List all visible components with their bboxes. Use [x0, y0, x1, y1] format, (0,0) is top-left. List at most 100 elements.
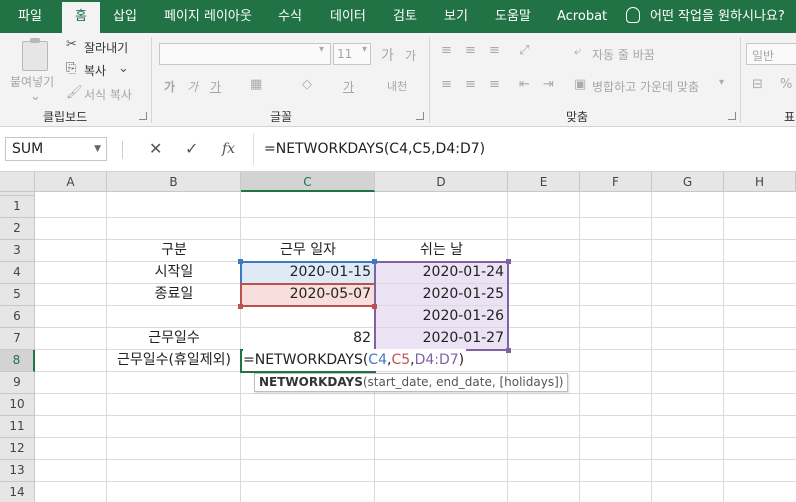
- alignment-launcher-icon[interactable]: [728, 112, 736, 120]
- cell-b3[interactable]: 구분: [107, 239, 241, 261]
- row-header-2[interactable]: 2: [0, 218, 35, 240]
- row-header-1[interactable]: 1: [0, 196, 35, 218]
- column-header-c[interactable]: C: [241, 172, 375, 192]
- range-handle[interactable]: [238, 304, 243, 309]
- row-header-spacer: [0, 192, 35, 196]
- name-box[interactable]: SUM ▼: [5, 137, 107, 161]
- tab-view[interactable]: 보기: [444, 0, 468, 33]
- range-handle[interactable]: [372, 259, 377, 264]
- name-box-value: SUM: [12, 141, 44, 157]
- copy-icon: ⎘: [66, 61, 77, 76]
- row-header-7[interactable]: 7: [0, 328, 35, 350]
- cell-b5[interactable]: 종료일: [107, 283, 241, 305]
- row-header-6[interactable]: 6: [0, 306, 35, 328]
- tab-page-layout[interactable]: 페이지 레이아웃: [164, 0, 252, 33]
- number-format-value: 일반: [752, 49, 775, 63]
- fill-color-icon[interactable]: ◇: [302, 77, 312, 92]
- row-header-4[interactable]: 4: [0, 262, 35, 284]
- font-color-button[interactable]: 가: [343, 78, 354, 95]
- font-launcher-icon[interactable]: [416, 112, 424, 120]
- cell-c8-edit[interactable]: =NETWORKDAYS(C4,C5,D4:D7): [243, 349, 467, 371]
- column-header-f[interactable]: F: [580, 172, 652, 192]
- wrap-text-button[interactable]: 자동 줄 바꿈: [592, 46, 655, 63]
- copy-button[interactable]: 복사: [84, 62, 106, 79]
- range-handle[interactable]: [238, 259, 243, 264]
- clipboard-launcher-icon[interactable]: [139, 112, 147, 120]
- row-header-8[interactable]: 8: [0, 350, 35, 372]
- align-middle-icon[interactable]: ≡: [465, 43, 476, 58]
- cell-b4[interactable]: 시작일: [107, 261, 241, 283]
- borders-icon[interactable]: ▦: [250, 77, 262, 92]
- phonetic-button[interactable]: 내천: [387, 78, 407, 94]
- insert-function-icon[interactable]: fx: [222, 141, 235, 157]
- italic-button[interactable]: 가: [187, 78, 198, 95]
- tab-file[interactable]: 파일: [18, 0, 42, 33]
- indent-increase-icon[interactable]: ⇥: [543, 77, 554, 92]
- row-header-3[interactable]: 3: [0, 240, 35, 262]
- range-handle[interactable]: [506, 259, 511, 264]
- group-separator: [740, 37, 741, 123]
- row-header-11[interactable]: 11: [0, 416, 35, 438]
- cell-b8[interactable]: 근무일수(휴일제외): [107, 349, 241, 371]
- row-header-10[interactable]: 10: [0, 394, 35, 416]
- cut-button[interactable]: 잘라내기: [84, 39, 128, 56]
- row-header-14[interactable]: 14: [0, 482, 35, 502]
- cell-d3[interactable]: 쉬는 날: [375, 239, 508, 261]
- cell-c7[interactable]: 82: [241, 327, 375, 349]
- function-signature-tooltip: NETWORKDAYS(start_date, end_date, [holid…: [254, 373, 569, 392]
- column-header-a[interactable]: A: [35, 172, 107, 192]
- row-header-9[interactable]: 9: [0, 372, 35, 394]
- cell-b7[interactable]: 근무일수: [107, 327, 241, 349]
- align-right-icon[interactable]: ≡: [489, 77, 500, 92]
- tooltip-function-name[interactable]: NETWORKDAYS: [259, 375, 363, 389]
- align-left-icon[interactable]: ≡: [441, 77, 452, 92]
- underline-button[interactable]: 가: [210, 78, 221, 95]
- paste-button[interactable]: 붙여넣기: [10, 73, 54, 90]
- ribbon-home: 붙여넣기 ⌄ ✂ 잘라내기 ⎘ 복사 ⌄ 🖌 서식 복사 클립보드 ▾ 11 ▾…: [0, 33, 796, 127]
- column-header-h[interactable]: H: [724, 172, 796, 192]
- column-header-e[interactable]: E: [508, 172, 580, 192]
- select-all-corner[interactable]: [0, 172, 35, 192]
- chevron-down-icon: ⌄: [118, 61, 129, 76]
- ribbon-tab-bar: 파일 홈 삽입 페이지 레이아웃 수식 데이터 검토 보기 도움말 Acroba…: [0, 0, 796, 33]
- format-painter-button[interactable]: 서식 복사: [84, 86, 132, 103]
- tab-formulas[interactable]: 수식: [278, 0, 302, 33]
- currency-icon[interactable]: ⊟: [752, 77, 763, 92]
- grow-font-button[interactable]: 가: [381, 45, 394, 65]
- format-painter-icon: 🖌: [66, 85, 83, 100]
- range-handle[interactable]: [372, 304, 377, 309]
- enter-icon[interactable]: ✓: [185, 139, 198, 158]
- tab-home[interactable]: 홈: [62, 2, 100, 33]
- merge-center-button[interactable]: 병합하고 가운데 맞춤: [592, 78, 699, 95]
- bold-button[interactable]: 가: [164, 78, 175, 95]
- clipboard-group-label: 클립보드: [43, 110, 88, 124]
- percent-icon[interactable]: %: [780, 77, 792, 92]
- align-top-icon[interactable]: ≡: [441, 43, 452, 58]
- row-header-13[interactable]: 13: [0, 460, 35, 482]
- chevron-down-icon[interactable]: ▼: [94, 138, 101, 160]
- shrink-font-button[interactable]: 가: [405, 47, 416, 64]
- font-name-box[interactable]: [159, 43, 331, 65]
- cell-c3[interactable]: 근무 일자: [241, 239, 375, 261]
- chevron-down-icon: ▾: [319, 44, 325, 55]
- tab-data[interactable]: 데이터: [330, 0, 366, 33]
- column-header-g[interactable]: G: [652, 172, 724, 192]
- tab-acrobat[interactable]: Acrobat: [557, 0, 607, 33]
- number-format-box[interactable]: 일반: [746, 43, 796, 65]
- cancel-icon[interactable]: ✕: [149, 139, 162, 158]
- indent-decrease-icon[interactable]: ⇤: [519, 77, 530, 92]
- column-header-d[interactable]: D: [375, 172, 508, 192]
- row-header-5[interactable]: 5: [0, 284, 35, 306]
- tell-me-search[interactable]: 어떤 작업을 원하시나요?: [626, 0, 785, 33]
- orientation-icon[interactable]: ⤢: [519, 43, 529, 58]
- align-bottom-icon[interactable]: ≡: [489, 43, 500, 58]
- formula-input[interactable]: =NETWORKDAYS(C4,C5,D4:D7): [264, 141, 485, 157]
- paste-icon[interactable]: [22, 38, 48, 71]
- align-center-icon[interactable]: ≡: [465, 77, 476, 92]
- row-header-12[interactable]: 12: [0, 438, 35, 460]
- column-header-b[interactable]: B: [107, 172, 241, 192]
- tab-help[interactable]: 도움말: [495, 0, 531, 33]
- tab-review[interactable]: 검토: [393, 0, 417, 33]
- tab-insert[interactable]: 삽입: [113, 0, 137, 33]
- range-handle[interactable]: [506, 348, 511, 353]
